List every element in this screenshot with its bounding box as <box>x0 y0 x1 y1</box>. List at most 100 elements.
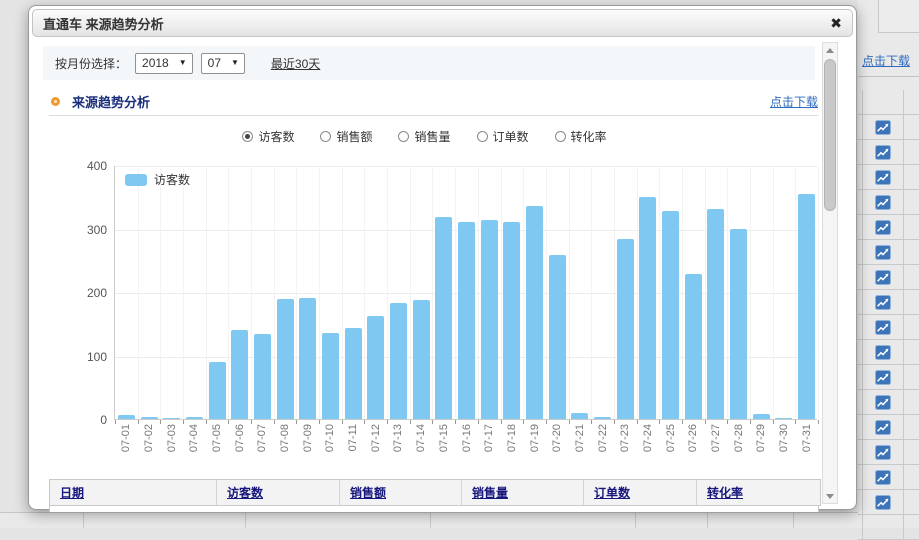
axis-tick <box>523 420 524 424</box>
bar-07-18[interactable] <box>503 222 520 419</box>
table-cell <box>862 215 904 239</box>
column-header-link[interactable]: 转化率 <box>707 484 743 501</box>
trend-chart-icon[interactable] <box>875 270 891 285</box>
gridline <box>206 166 207 419</box>
divider <box>49 115 818 116</box>
radio-icon[interactable] <box>320 131 331 142</box>
axis-tick <box>387 420 388 424</box>
column-header-link[interactable]: 订单数 <box>594 484 630 501</box>
bar-07-24[interactable] <box>639 197 656 419</box>
trend-chart-icon[interactable] <box>875 345 891 360</box>
column-header-link[interactable]: 销售额 <box>350 484 386 501</box>
radio-icon[interactable] <box>398 131 409 142</box>
bar-07-05[interactable] <box>209 362 226 419</box>
axis-tick <box>410 420 411 424</box>
bar-07-15[interactable] <box>435 217 452 419</box>
chart-legend[interactable]: 访客数 <box>125 171 190 188</box>
radio-icon[interactable] <box>477 131 488 142</box>
table-row <box>858 190 919 215</box>
bar-07-03[interactable] <box>163 418 180 419</box>
column-header-访客数: 访客数 <box>217 480 340 505</box>
bar-07-04[interactable] <box>186 417 203 419</box>
recent-30-days-link[interactable]: 最近30天 <box>271 55 320 72</box>
table-row <box>858 390 919 415</box>
dialog-titlebar[interactable]: 直通车 来源趋势分析 ✖ <box>32 9 853 37</box>
metric-radio-订单数[interactable]: 订单数 <box>477 128 529 145</box>
axis-tick <box>364 420 365 424</box>
bar-07-16[interactable] <box>458 222 475 419</box>
bar-07-02[interactable] <box>141 417 158 419</box>
bar-07-12[interactable] <box>367 316 384 419</box>
bar-07-29[interactable] <box>753 414 770 419</box>
scrollbar-thumb[interactable] <box>824 59 836 211</box>
bar-07-13[interactable] <box>390 303 407 419</box>
bar-07-14[interactable] <box>413 300 430 419</box>
trend-chart-icon[interactable] <box>875 220 891 235</box>
trend-chart-icon[interactable] <box>875 120 891 135</box>
scroll-up-icon[interactable] <box>823 43 837 57</box>
trend-chart-icon[interactable] <box>875 320 891 335</box>
trend-chart-icon[interactable] <box>875 195 891 210</box>
month-filter-bar: 按月份选择： 2018 ▼ 07 ▼ 最近30天 <box>43 46 815 80</box>
table-cell <box>862 440 904 464</box>
bar-07-21[interactable] <box>571 413 588 419</box>
trend-chart-icon[interactable] <box>875 495 891 510</box>
bar-07-26[interactable] <box>685 274 702 419</box>
bar-07-06[interactable] <box>231 330 248 419</box>
trend-chart-icon[interactable] <box>875 295 891 310</box>
trend-chart-icon[interactable] <box>875 470 891 485</box>
bar-07-22[interactable] <box>594 417 611 419</box>
column-header-link[interactable]: 销售量 <box>472 484 508 501</box>
bar-07-30[interactable] <box>775 418 792 419</box>
trend-chart-icon[interactable] <box>875 395 891 410</box>
trend-table-header: 日期 访客数 销售额 销售量 订单数 转化率 <box>49 479 821 506</box>
bar-07-23[interactable] <box>617 239 634 419</box>
bar-07-31[interactable] <box>798 194 815 419</box>
bar-07-07[interactable] <box>254 334 271 419</box>
background-download-link[interactable]: 点击下载 <box>862 52 910 69</box>
bar-07-08[interactable] <box>277 299 294 419</box>
bar-07-11[interactable] <box>345 328 362 419</box>
trend-chart-icon[interactable] <box>875 170 891 185</box>
column-header-link[interactable]: 访客数 <box>227 484 263 501</box>
bar-07-20[interactable] <box>549 255 566 419</box>
metric-radio-访客数[interactable]: 访客数 <box>242 128 294 145</box>
metric-radio-销售额[interactable]: 销售额 <box>320 128 372 145</box>
trend-chart-icon[interactable] <box>875 145 891 160</box>
dialog-title: 直通车 来源趋势分析 <box>43 14 164 33</box>
bar-07-17[interactable] <box>481 220 498 419</box>
bar-07-25[interactable] <box>662 211 679 419</box>
bar-07-01[interactable] <box>118 415 135 419</box>
bar-07-28[interactable] <box>730 229 747 420</box>
radio-icon[interactable] <box>242 131 253 142</box>
axis-tick <box>319 420 320 424</box>
trend-chart-icon[interactable] <box>875 370 891 385</box>
radio-icon[interactable] <box>555 131 566 142</box>
bar-07-09[interactable] <box>299 298 316 419</box>
year-select[interactable]: 2018 ▼ <box>135 53 193 74</box>
bar-07-10[interactable] <box>322 333 339 419</box>
axis-tick <box>251 420 252 424</box>
bar-07-19[interactable] <box>526 206 543 419</box>
trend-chart-icon[interactable] <box>875 420 891 435</box>
table-cell <box>862 390 904 414</box>
table-cell <box>862 515 904 539</box>
trend-chart-icon[interactable] <box>875 245 891 260</box>
scroll-down-icon[interactable] <box>823 489 837 503</box>
month-select[interactable]: 07 ▼ <box>201 53 245 74</box>
gridline <box>614 166 615 419</box>
metric-radio-转化率[interactable]: 转化率 <box>555 128 607 145</box>
metric-radio-销售量[interactable]: 销售量 <box>398 128 450 145</box>
trend-chart-icon[interactable] <box>875 445 891 460</box>
column-header-link[interactable]: 日期 <box>60 484 84 501</box>
download-link[interactable]: 点击下载 <box>770 93 818 110</box>
table-cell <box>862 90 904 114</box>
x-axis-tick-label: 07-12 <box>370 424 382 468</box>
background-page-right: 点击下载 <box>858 0 919 528</box>
dialog-scrollbar[interactable] <box>822 42 838 504</box>
bar-07-27[interactable] <box>707 209 724 419</box>
close-icon[interactable]: ✖ <box>830 16 842 30</box>
x-axis-tick-label: 07-26 <box>687 424 699 468</box>
x-axis-tick-label: 07-28 <box>733 424 745 468</box>
gridline <box>750 166 751 419</box>
